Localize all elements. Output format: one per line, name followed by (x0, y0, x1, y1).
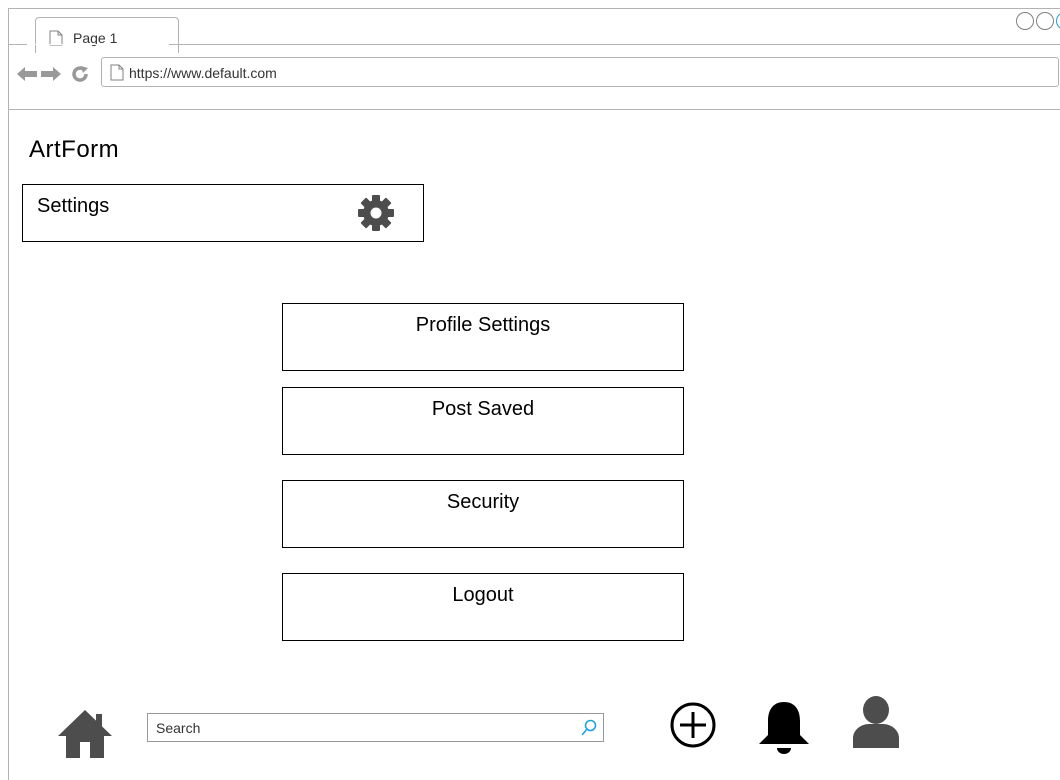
nav-divider (9, 109, 1060, 110)
maximize-button[interactable] (1036, 12, 1054, 30)
refresh-icon[interactable] (71, 65, 89, 83)
close-button[interactable] (1056, 12, 1060, 30)
profile-settings-button[interactable]: Profile Settings (282, 303, 684, 371)
security-label: Security (446, 491, 520, 513)
window-controls (1016, 12, 1060, 30)
security-button[interactable]: Security (282, 480, 684, 548)
gear-icon[interactable] (351, 188, 401, 238)
url-text: https://www.default.com (129, 65, 277, 81)
address-bar[interactable]: https://www.default.com (101, 57, 1059, 87)
page-icon (110, 64, 124, 81)
post-saved-button[interactable]: Post Saved (282, 387, 684, 455)
app-title: ArtForm (29, 136, 120, 163)
logout-label: Logout (452, 584, 514, 606)
search-icon[interactable] (581, 719, 597, 736)
navigation-bar: https://www.default.com (9, 45, 1060, 109)
search-input[interactable] (148, 714, 576, 741)
home-icon[interactable] (56, 704, 114, 760)
forward-arrow-icon[interactable] (39, 67, 61, 81)
logout-button[interactable]: Logout (282, 573, 684, 641)
add-icon[interactable] (663, 695, 723, 755)
settings-header: Settings (22, 184, 424, 242)
post-saved-label: Post Saved (431, 398, 535, 420)
profile-settings-label: Profile Settings (415, 314, 551, 336)
user-icon[interactable] (845, 690, 907, 752)
search-box (147, 713, 604, 742)
back-arrow-icon[interactable] (17, 67, 39, 81)
bell-icon[interactable] (752, 697, 816, 759)
minimize-button[interactable] (1016, 12, 1034, 30)
settings-title: Settings (37, 195, 110, 217)
